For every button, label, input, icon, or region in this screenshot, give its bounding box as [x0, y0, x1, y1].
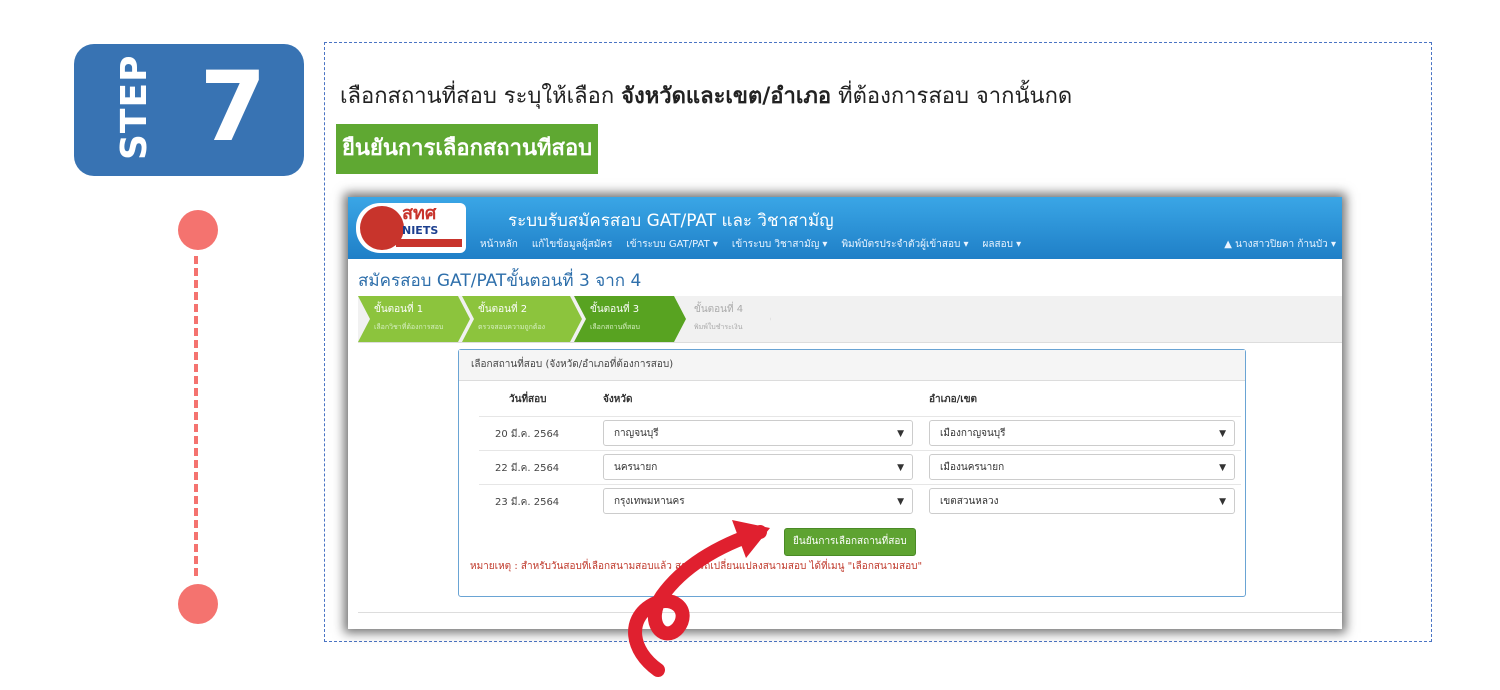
- app-screenshot: สทศ NIETS ระบบรับสมัครสอบ GAT/PAT และ วิ…: [348, 197, 1342, 629]
- instruction-suffix: ที่ต้องการสอบ จากนั้นกด: [831, 84, 1073, 109]
- chevron-down-icon: ▼: [897, 429, 904, 439]
- timeline-dot-top: [178, 210, 218, 250]
- instruction-prefix: เลือกสถานที่สอบ ระบุให้เลือก: [340, 84, 622, 109]
- progress-step-title: ขั้นตอนที่ 2: [478, 304, 528, 315]
- logo-subtext: NIETS: [402, 224, 439, 237]
- province-select[interactable]: นครนายก ▼: [603, 454, 913, 480]
- district-select[interactable]: เมืองนครนายก ▼: [929, 454, 1235, 480]
- province-value: นครนายก: [614, 462, 658, 473]
- progress-step-4: ขั้นตอนที่ 4 พิมพ์ใบชำระเงิน: [678, 296, 771, 342]
- exam-date: 20 มี.ค. 2564: [495, 429, 560, 440]
- table-row: 22 มี.ค. 2564 นครนายก ▼ เมืองนครนายก ▼: [479, 450, 1241, 485]
- col-province: จังหวัด: [603, 394, 633, 405]
- exam-date: 22 มี.ค. 2564: [495, 463, 560, 474]
- chevron-down-icon: ▼: [897, 463, 904, 473]
- panel-title: เลือกสถานที่สอบ (จังหวัด/อำเภอที่ต้องการ…: [459, 350, 1245, 381]
- instruction-bold: จังหวัดและเขต/อำเภอ: [621, 84, 832, 109]
- chevron-down-icon: ▼: [897, 497, 904, 507]
- progress-step-sub: พิมพ์ใบชำระเงิน: [694, 323, 743, 331]
- progress-step-sub: เลือกสถานที่สอบ: [590, 323, 640, 331]
- province-value: กรุงเทพมหานคร: [614, 496, 685, 507]
- col-date: วันที่สอบ: [509, 394, 547, 405]
- progress-step-2: ขั้นตอนที่ 2 ตรวจสอบความถูกต้อง: [462, 296, 582, 342]
- district-value: เมืองนครนายก: [940, 462, 1005, 473]
- step-number: 7: [199, 51, 267, 163]
- chevron-down-icon: ▼: [1219, 497, 1226, 507]
- district-value: เมืองกาญจนบุรี: [940, 428, 1006, 439]
- progress-step-title: ขั้นตอนที่ 1: [374, 304, 424, 315]
- page-title: สมัครสอบ GAT/PATขั้นตอนที่ 3 จาก 4: [358, 271, 642, 291]
- step-label: STEP: [114, 54, 155, 160]
- nav-results[interactable]: ผลสอบ ▾: [983, 237, 1022, 252]
- progress-step-title: ขั้นตอนที่ 3: [590, 304, 640, 315]
- chevron-down-icon: ▼: [1219, 429, 1226, 439]
- chevron-down-icon: ▼: [1219, 463, 1226, 473]
- table-row: 23 มี.ค. 2564 กรุงเทพมหานคร ▼ เขตสวนหลวง ▼: [479, 484, 1241, 519]
- district-select[interactable]: เมืองกาญจนบุรี ▼: [929, 420, 1235, 446]
- exam-date: 23 มี.ค. 2564: [495, 497, 560, 508]
- nav-home[interactable]: หน้าหลัก: [480, 237, 518, 252]
- nav-common-subjects[interactable]: เข้าระบบ วิชาสามัญ ▾: [732, 237, 828, 252]
- confirm-location-button[interactable]: ยืนยันการเลือกสถานที่สอบ: [784, 528, 916, 556]
- timeline-dot-bottom: [178, 584, 218, 624]
- niets-logo[interactable]: สทศ NIETS: [356, 203, 466, 253]
- nav-edit-profile[interactable]: แก้ไขข้อมูลผู้สมัคร: [532, 237, 613, 252]
- footer-divider: [358, 612, 1342, 613]
- logo-text: สทศ: [402, 203, 437, 224]
- nav-menu: หน้าหลัก แก้ไขข้อมูลผู้สมัคร เข้าระบบ GA…: [480, 237, 1021, 252]
- nav-print-card[interactable]: พิมพ์บัตรประจำตัวผู้เข้าสอบ ▾: [841, 237, 968, 252]
- app-navbar: สทศ NIETS ระบบรับสมัครสอบ GAT/PAT และ วิ…: [348, 197, 1342, 259]
- province-select[interactable]: กาญจนบุรี ▼: [603, 420, 913, 446]
- user-menu[interactable]: ▲ นางสาวปิยดา ก้านบัว ▾: [1224, 237, 1336, 252]
- instruction-text: เลือกสถานที่สอบ ระบุให้เลือก จังหวัดและเ…: [340, 78, 1072, 113]
- province-value: กาญจนบุรี: [614, 428, 659, 439]
- progress-step-title: ขั้นตอนที่ 4: [694, 304, 744, 315]
- table-row: 20 มี.ค. 2564 กาญจนบุรี ▼ เมืองกาญจนบุรี ▼: [479, 416, 1241, 451]
- progress-step-1: ขั้นตอนที่ 1 เลือกวิชาที่ต้องการสอบ: [358, 296, 470, 342]
- district-select[interactable]: เขตสวนหลวง ▼: [929, 488, 1235, 514]
- step-progress-bar: ขั้นตอนที่ 1 เลือกวิชาที่ต้องการสอบ ขั้น…: [358, 296, 1342, 343]
- nav-gatpat[interactable]: เข้าระบบ GAT/PAT ▾: [626, 237, 718, 252]
- district-value: เขตสวนหลวง: [940, 496, 999, 507]
- progress-step-sub: เลือกวิชาที่ต้องการสอบ: [374, 323, 444, 331]
- progress-step-3: ขั้นตอนที่ 3 เลือกสถานที่สอบ: [574, 296, 686, 342]
- system-title: ระบบรับสมัครสอบ GAT/PAT และ วิชาสามัญ: [508, 211, 834, 231]
- progress-step-sub: ตรวจสอบความถูกต้อง: [478, 323, 546, 331]
- pointer-arrow-icon: [628, 520, 770, 677]
- instruction-highlight: ยืนยันการเลือกสถานทีสอบ: [336, 124, 599, 174]
- logo-strip: [396, 239, 462, 247]
- col-district: อำเภอ/เขต: [929, 394, 978, 405]
- timeline-dashed-line: [194, 256, 198, 576]
